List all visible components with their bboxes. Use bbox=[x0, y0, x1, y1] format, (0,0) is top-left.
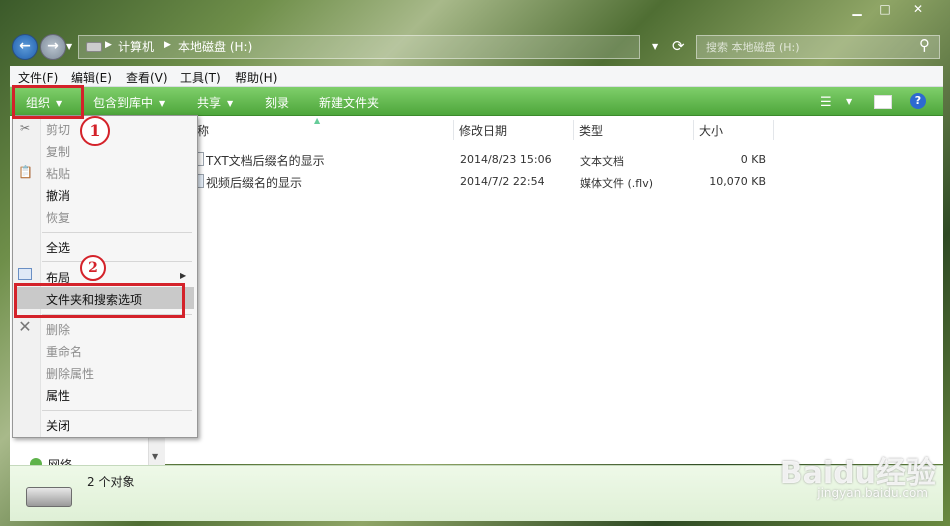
back-button[interactable]: ← bbox=[12, 34, 38, 60]
menu-item-delete[interactable]: 删除 bbox=[46, 321, 70, 338]
menu-item-properties[interactable]: 属性 bbox=[46, 387, 70, 404]
file-type: 媒体文件 (.flv) bbox=[580, 177, 654, 190]
search-placeholder: 搜索 本地磁盘 (H:) bbox=[706, 41, 800, 54]
help-icon[interactable]: ? bbox=[910, 93, 926, 109]
menu-separator bbox=[42, 410, 192, 411]
file-type: 文本文档 bbox=[580, 155, 624, 168]
back-arrow-icon: ← bbox=[19, 38, 31, 54]
column-divider[interactable] bbox=[573, 120, 574, 140]
menu-item-close[interactable]: 关闭 bbox=[46, 417, 70, 434]
drive-small-icon bbox=[86, 42, 102, 52]
menu-file[interactable]: 文件(F) bbox=[18, 69, 58, 86]
menu-help[interactable]: 帮助(H) bbox=[235, 69, 277, 86]
column-header-size[interactable]: 大小 bbox=[699, 122, 723, 139]
delete-x-icon: ✕ bbox=[18, 317, 32, 336]
menu-separator bbox=[42, 261, 192, 262]
menu-edit[interactable]: 编辑(E) bbox=[71, 69, 112, 86]
file-name[interactable]: 视频后缀名的显示 bbox=[206, 174, 302, 191]
view-options-icon[interactable]: ☰ bbox=[820, 95, 832, 110]
menu-item-rename[interactable]: 重命名 bbox=[46, 343, 82, 360]
chevron-down-icon: ▼ bbox=[159, 99, 166, 108]
breadcrumb-chevron-icon: ▶ bbox=[164, 40, 171, 50]
view-dropdown-icon[interactable]: ▼ bbox=[846, 97, 852, 106]
refresh-icon[interactable]: ⟳ bbox=[672, 37, 685, 55]
forward-arrow-icon: → bbox=[47, 38, 59, 54]
column-divider[interactable] bbox=[773, 120, 774, 140]
menu-item-redo[interactable]: 恢复 bbox=[46, 209, 70, 226]
submenu-arrow-icon: ▶ bbox=[180, 271, 187, 280]
breadcrumb-drive[interactable]: 本地磁盘 (H:) bbox=[178, 38, 252, 55]
baidu-watermark-url: jingyan.baidu.com bbox=[817, 486, 928, 500]
menu-view[interactable]: 查看(V) bbox=[126, 69, 168, 86]
file-date: 2014/7/2 22:54 bbox=[460, 175, 545, 188]
column-header-type[interactable]: 类型 bbox=[579, 122, 603, 139]
search-icon[interactable]: ⚲ bbox=[919, 36, 930, 54]
include-library-label: 包含到库中 bbox=[93, 96, 154, 110]
include-in-library-button[interactable]: 包含到库中 ▼ bbox=[93, 94, 165, 111]
menu-item-cut[interactable]: 剪切 bbox=[46, 121, 70, 138]
menu-item-undo[interactable]: 撤消 bbox=[46, 187, 70, 204]
scissors-icon: ✂ bbox=[19, 121, 31, 135]
address-dropdown-icon[interactable]: ▼ bbox=[652, 42, 658, 51]
layout-icon bbox=[18, 268, 32, 280]
column-header-date[interactable]: 修改日期 bbox=[459, 122, 507, 139]
step-badge-1: 1 bbox=[80, 116, 110, 146]
burn-button[interactable]: 刻录 bbox=[265, 94, 289, 111]
chevron-down-icon: ▼ bbox=[227, 99, 234, 108]
preview-pane-icon[interactable] bbox=[874, 95, 892, 109]
file-size: 0 KB bbox=[740, 153, 766, 166]
scroll-down-icon[interactable]: ▼ bbox=[152, 452, 158, 461]
step-badge-2: 2 bbox=[80, 255, 106, 281]
menu-separator bbox=[42, 232, 192, 233]
file-name[interactable]: TXT文档后缀名的显示 bbox=[206, 152, 325, 169]
hard-drive-icon bbox=[26, 487, 72, 507]
new-folder-button[interactable]: 新建文件夹 bbox=[319, 94, 379, 111]
menu-item-select-all[interactable]: 全选 bbox=[46, 239, 70, 256]
column-divider[interactable] bbox=[453, 120, 454, 140]
address-bar[interactable] bbox=[78, 35, 640, 59]
forward-button[interactable]: → bbox=[40, 34, 66, 60]
menu-item-copy[interactable]: 复制 bbox=[46, 143, 70, 160]
highlight-folder-options-box bbox=[14, 283, 185, 318]
file-date: 2014/8/23 15:06 bbox=[460, 153, 552, 166]
menu-item-remove-properties[interactable]: 删除属性 bbox=[46, 365, 94, 382]
breadcrumb-chevron-icon: ▶ bbox=[105, 40, 112, 50]
highlight-organize-box bbox=[12, 85, 84, 119]
share-button[interactable]: 共享 ▼ bbox=[197, 94, 233, 111]
sort-arrow-icon: ▲ bbox=[314, 116, 321, 125]
file-size: 10,070 KB bbox=[709, 175, 766, 188]
minimize-button[interactable]: ▁ bbox=[844, 0, 870, 18]
column-divider[interactable] bbox=[693, 120, 694, 140]
status-count: 2 个对象 bbox=[87, 475, 135, 489]
recent-pages-dropdown-icon[interactable]: ▼ bbox=[66, 42, 72, 51]
menu-item-paste[interactable]: 粘贴 bbox=[46, 165, 70, 182]
maximize-button[interactable]: □ bbox=[872, 0, 898, 18]
breadcrumb-computer[interactable]: 计算机 bbox=[118, 38, 154, 55]
menu-tools[interactable]: 工具(T) bbox=[180, 69, 221, 86]
clipboard-icon: 📋 bbox=[18, 165, 33, 179]
organize-menu bbox=[12, 115, 198, 438]
close-button[interactable]: ✕ bbox=[905, 0, 931, 18]
share-label: 共享 bbox=[197, 96, 222, 110]
